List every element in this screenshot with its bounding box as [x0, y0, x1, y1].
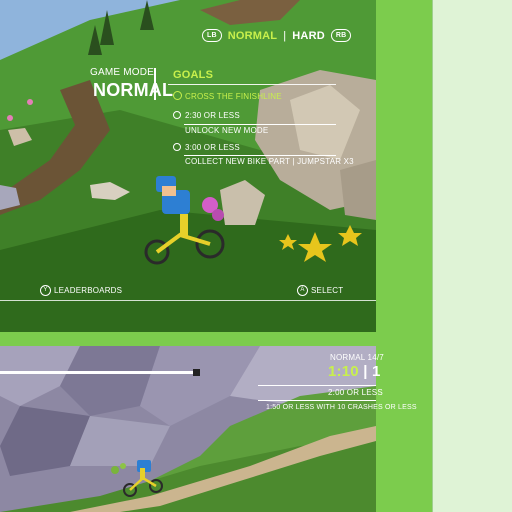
- goal-underline: [184, 155, 336, 156]
- goal-text: 3:00 OR LESS: [185, 143, 240, 152]
- side-panel-green: [376, 0, 432, 512]
- level-progress-bar: [0, 371, 199, 374]
- race-timer: 1:10 | 1: [328, 363, 381, 380]
- difficulty-hard[interactable]: HARD: [292, 30, 325, 42]
- goal-text: 2:30 OR LESS: [185, 111, 240, 120]
- goals-divider: [168, 84, 336, 85]
- empty-circle-icon: [173, 142, 181, 151]
- y-button-icon: Y: [40, 285, 51, 296]
- empty-circle-icon: [173, 110, 181, 119]
- hillside-scenery: [0, 0, 376, 332]
- goal-item-time-1: 2:30 OR LESS: [173, 110, 240, 120]
- select-button[interactable]: A SELECT: [297, 285, 343, 296]
- mode-select-screenshot: LB NORMAL | HARD RB GAME MODE NORMAL GOA…: [0, 0, 376, 332]
- select-label: SELECT: [311, 286, 344, 295]
- divider: [154, 68, 156, 100]
- goal-underline: [184, 124, 336, 125]
- timer-separator: |: [363, 363, 368, 380]
- footer-divider: [0, 300, 376, 301]
- lb-button-icon[interactable]: LB: [202, 29, 222, 42]
- goal-reward-text: COLLECT NEW BIKE PART | JUMPSTAR X3: [185, 157, 354, 166]
- check-circle-icon: [173, 91, 182, 101]
- rb-button-icon[interactable]: RB: [330, 29, 352, 42]
- goal-reward-text: UNLOCK NEW MODE: [185, 126, 269, 135]
- goal-item-time-2: 3:00 OR LESS: [173, 142, 240, 152]
- goal-text: CROSS THE FINISHLINE: [185, 92, 282, 101]
- hud-divider: [258, 400, 376, 401]
- goal-item-finishline: CROSS THE FINISHLINE: [173, 91, 282, 101]
- hud-goal-1: 2:00 OR LESS: [328, 388, 383, 397]
- difficulty-selector[interactable]: LB NORMAL | HARD RB: [202, 29, 352, 42]
- side-panel-pale: [432, 0, 512, 512]
- hud-divider: [258, 385, 376, 386]
- leaderboards-label: LEADERBOARDS: [54, 286, 123, 295]
- a-button-icon: A: [297, 285, 308, 296]
- difficulty-normal[interactable]: NORMAL: [228, 30, 277, 42]
- progress-marker: [193, 369, 200, 376]
- hud-goal-2: 1:50 OR LESS WITH 10 CRASHES OR LESS: [266, 404, 417, 411]
- goals-heading: GOALS: [173, 69, 214, 81]
- game-mode-label: GAME MODE: [90, 67, 155, 78]
- timer-value: 1:10: [328, 363, 359, 380]
- leaderboards-button[interactable]: Y LEADERBOARDS: [40, 285, 122, 296]
- difficulty-separator: |: [283, 29, 287, 42]
- timer-count: 1: [371, 363, 381, 380]
- game-mode-value: NORMAL: [93, 80, 174, 100]
- mode-progress-text: NORMAL 14/7: [330, 353, 384, 362]
